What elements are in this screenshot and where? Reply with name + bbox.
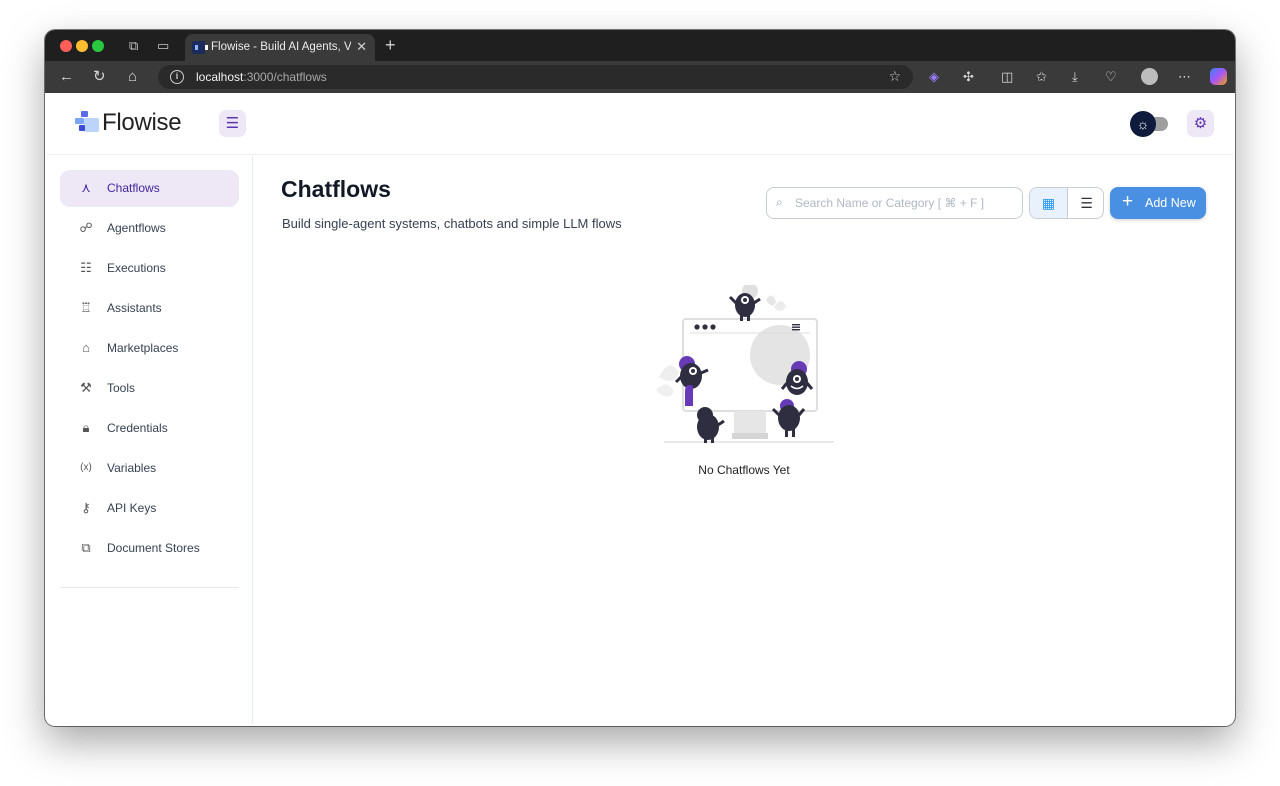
- main-content: Chatflows Build single-agent systems, ch…: [254, 155, 1233, 724]
- extension-shield-icon[interactable]: ◈: [929, 69, 939, 85]
- sidebar-item-label: Agentflows: [107, 221, 166, 235]
- copilot-icon[interactable]: [1210, 68, 1227, 85]
- key-icon: ⚷: [81, 500, 91, 515]
- sidebar-item-assistants[interactable]: ♖ Assistants: [60, 290, 239, 327]
- close-window-button[interactable]: [60, 40, 72, 52]
- empty-state-illustration: [656, 285, 834, 443]
- sidebar-item-label: Executions: [107, 261, 166, 275]
- sidebar: ⋏ Chatflows ☍ Agentflows ☷ Executions ♖ …: [47, 155, 253, 724]
- close-tab-icon[interactable]: ✕: [356, 39, 367, 55]
- settings-button[interactable]: ⚙: [1187, 110, 1214, 137]
- browser-window: ⧉ ▭ Flowise - Build AI Agents, Visually …: [45, 30, 1235, 726]
- sidebar-item-label: Marketplaces: [107, 341, 179, 355]
- sidebar-item-label: Assistants: [107, 301, 162, 315]
- tools-icon: ⚒: [80, 380, 92, 395]
- lock-icon: 🔒︎: [82, 420, 90, 435]
- sun-icon: ☼: [1130, 111, 1156, 137]
- flowise-app: Flowise ☰ ☼ ⚙ ⋏ Chatflows ☍ Agentflows ☷…: [47, 93, 1233, 724]
- favorites-icon[interactable]: ✩: [1036, 69, 1047, 85]
- gear-icon: ⚙: [1193, 115, 1208, 132]
- sidebar-item-label: Document Stores: [107, 541, 200, 555]
- reload-icon[interactable]: ↻: [93, 69, 106, 85]
- url-host: localhost: [196, 70, 244, 84]
- sidebar-item-variables[interactable]: (x) Variables: [60, 450, 239, 487]
- flowise-favicon-icon: [192, 41, 208, 54]
- maximize-window-button[interactable]: [92, 40, 104, 52]
- agentflows-icon: ☍: [79, 220, 93, 235]
- sidebar-item-document-stores[interactable]: ⧉ Document Stores: [60, 530, 239, 567]
- sidebar-item-tools[interactable]: ⚒ Tools: [60, 370, 239, 407]
- hamburger-menu-icon: ☰: [225, 115, 240, 132]
- grid-view-button[interactable]: ▦: [1030, 188, 1067, 218]
- marketplaces-icon: ⌂: [82, 340, 90, 355]
- address-url[interactable]: localhost:3000/chatflows: [196, 70, 327, 84]
- browser-essentials-icon[interactable]: ♡: [1105, 69, 1117, 85]
- home-icon[interactable]: ⌂: [128, 69, 137, 85]
- sidebar-item-label: Variables: [107, 461, 157, 475]
- assistants-icon: ♖: [80, 300, 92, 315]
- search-box[interactable]: ⌕: [766, 187, 1023, 219]
- variables-icon: (x): [80, 462, 92, 473]
- plus-icon: +: [1122, 191, 1134, 212]
- minimize-window-button[interactable]: [76, 40, 88, 52]
- tab-actions-icon[interactable]: ▭: [157, 39, 169, 53]
- page-title: Chatflows: [281, 176, 391, 202]
- sidebar-item-label: Tools: [107, 381, 136, 395]
- extensions-puzzle-icon[interactable]: ✣: [963, 69, 974, 85]
- dark-mode-toggle[interactable]: ☼: [1130, 110, 1170, 138]
- chatflows-icon: ⋏: [81, 180, 91, 195]
- executions-icon: ☷: [80, 260, 92, 275]
- page-subtitle: Build single-agent systems, chatbots and…: [282, 216, 622, 231]
- sidebar-divider: [60, 587, 239, 588]
- flowise-logo-icon[interactable]: [75, 111, 99, 135]
- sidebar-item-label: API Keys: [107, 501, 157, 515]
- sidebar-item-executions[interactable]: ☷ Executions: [60, 250, 239, 287]
- list-view-button[interactable]: ☰: [1068, 188, 1103, 218]
- add-new-label: Add New: [1145, 196, 1196, 210]
- search-icon: ⌕: [776, 195, 783, 209]
- browser-toolbar: ← ↻ ⌂ i localhost:3000/chatflows ☆ ◈ ✣ ◫…: [45, 61, 1235, 93]
- sidebar-item-label: Chatflows: [107, 181, 160, 195]
- sidebar-item-credentials[interactable]: 🔒︎ Credentials: [60, 410, 239, 447]
- browser-tab-title: Flowise - Build AI Agents, Visually: [211, 41, 351, 53]
- sidebar-toggle-button[interactable]: ☰: [219, 110, 246, 137]
- sidebar-item-agentflows[interactable]: ☍ Agentflows: [60, 210, 239, 247]
- app-header: Flowise ☰ ☼ ⚙: [47, 93, 1233, 155]
- sidebar-item-marketplaces[interactable]: ⌂ Marketplaces: [60, 330, 239, 367]
- documents-icon: ⧉: [81, 540, 91, 555]
- search-input[interactable]: [795, 194, 1015, 212]
- more-options-icon[interactable]: ⋯: [1178, 69, 1191, 85]
- browser-tab-active[interactable]: Flowise - Build AI Agents, Visually ✕: [185, 34, 375, 61]
- back-arrow-icon[interactable]: ←: [59, 69, 74, 85]
- profile-avatar[interactable]: [1141, 68, 1158, 85]
- sidebar-item-label: Credentials: [107, 421, 168, 435]
- add-new-button[interactable]: + Add New: [1110, 187, 1206, 219]
- url-path: :3000/chatflows: [243, 70, 327, 84]
- sidebar-item-api-keys[interactable]: ⚷ API Keys: [60, 490, 239, 527]
- new-tab-icon[interactable]: +: [385, 36, 396, 54]
- browser-tab-bar: ⧉ ▭ Flowise - Build AI Agents, Visually …: [45, 30, 1235, 61]
- split-screen-icon[interactable]: ◫: [1001, 69, 1013, 85]
- app-logo-text[interactable]: Flowise: [102, 109, 182, 137]
- address-bar[interactable]: i localhost:3000/chatflows ☆: [158, 65, 913, 89]
- site-info-icon[interactable]: i: [170, 70, 184, 84]
- downloads-icon[interactable]: ⤓: [1072, 69, 1078, 85]
- empty-state-text: No Chatflows Yet: [698, 463, 790, 477]
- sidebar-item-chatflows[interactable]: ⋏ Chatflows: [60, 170, 239, 207]
- workspaces-icon[interactable]: ⧉: [129, 39, 138, 53]
- favorite-star-icon[interactable]: ☆: [888, 68, 901, 85]
- view-mode-toggle: ▦ ☰: [1029, 187, 1104, 219]
